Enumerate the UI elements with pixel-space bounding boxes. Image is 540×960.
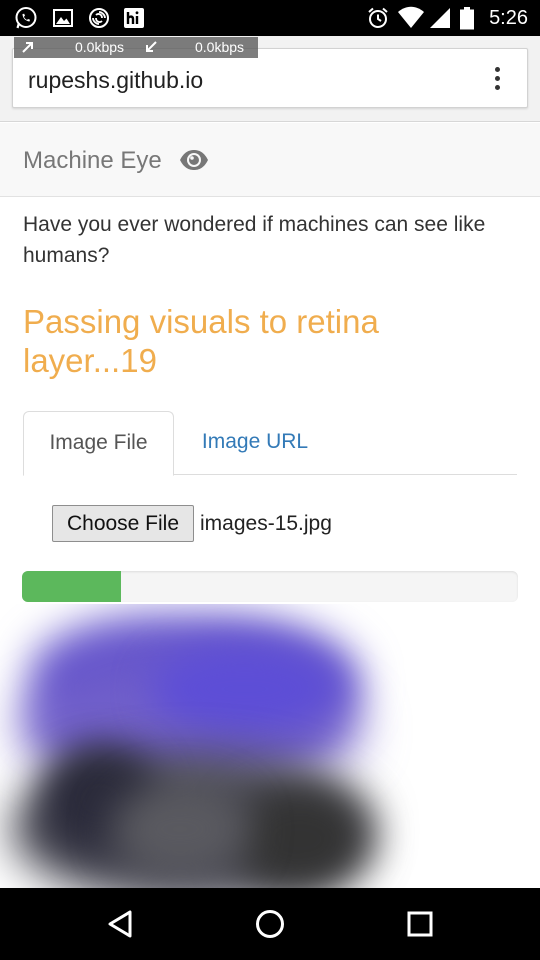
selected-file-name: images-15.jpg [200,512,332,535]
hi-app-icon [124,8,144,28]
image-preview [0,604,540,888]
tab-image-file[interactable]: Image File [23,411,174,476]
intro-text: Have you ever wondered if machines can s… [23,213,486,267]
alarm-icon [368,7,388,28]
recents-icon[interactable] [402,906,438,942]
signal-icon [430,8,450,28]
status-bar: 5:26 [0,0,540,36]
download-arrow-icon [146,41,157,52]
upload-speed: 0.0kbps [75,39,125,55]
back-icon[interactable] [103,906,139,942]
swirl-app-icon [89,8,109,28]
url-text[interactable]: rupeshs.github.io [28,66,203,94]
screen: 5:26 rupeshs.github.io 0.0kbps 0.0kbps M… [0,0,540,960]
status-time: 5:26 [489,7,528,29]
site-navbar: Machine Eye [0,123,540,197]
input-tabs: Image File Image URL [23,411,517,476]
tab-image-url[interactable]: Image URL [180,411,330,475]
progress-bar [22,571,518,602]
brand-title[interactable]: Machine Eye [23,146,162,176]
upload-arrow-icon [22,42,33,53]
wifi-icon [398,6,424,28]
home-icon[interactable] [252,906,288,942]
choose-file-button[interactable]: Choose File [52,505,194,542]
browser-toolbar: rupeshs.github.io 0.0kbps 0.0kbps [0,36,540,122]
gallery-icon [53,9,73,27]
progress-fill [22,571,122,602]
system-nav-bar [0,888,540,960]
processing-status: Passing visuals to retina layer...19 [23,303,379,379]
download-speed: 0.0kbps [195,39,245,55]
eye-icon [180,150,208,170]
network-speed-overlay: 0.0kbps 0.0kbps [14,37,258,58]
battery-icon [460,7,474,30]
whatsapp-icon [15,7,37,29]
more-vert-icon[interactable] [483,64,511,94]
